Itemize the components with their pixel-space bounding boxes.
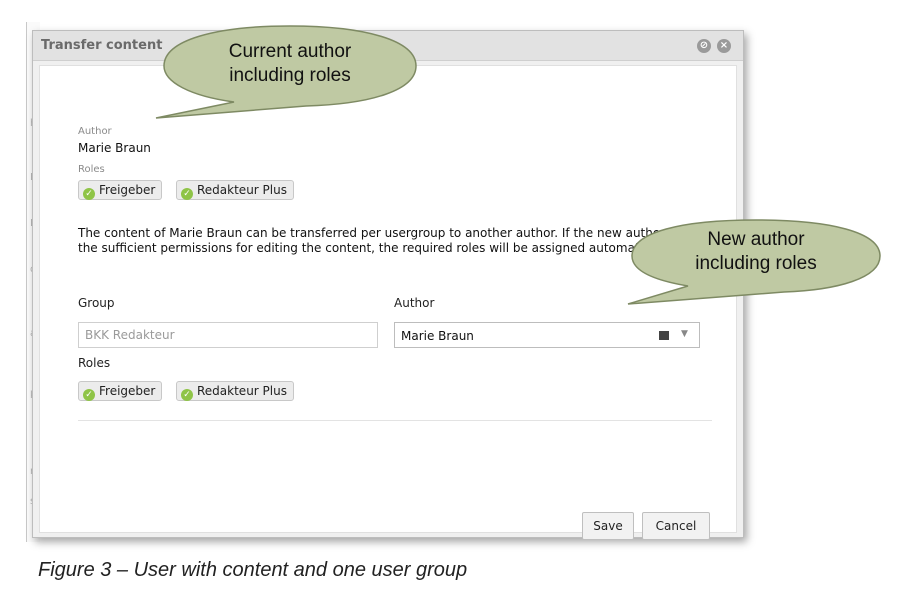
close-icon[interactable]: × (717, 39, 731, 53)
current-author-value: Marie Braun (78, 141, 151, 155)
transfer-description: The content of Marie Braun can be transf… (78, 226, 700, 255)
check-circle-icon: ✓ (181, 389, 193, 401)
role-chip-redakteur-plus: ✓ Redakteur Plus (176, 381, 294, 401)
minimize-icon[interactable]: ⊘ (697, 39, 711, 53)
check-circle-icon: ✓ (83, 188, 95, 200)
author-select[interactable]: Marie Braun ▼ (394, 322, 700, 348)
chevron-down-icon[interactable]: ▼ (681, 329, 688, 339)
role-chip-freigeber: ✓ Freigeber (78, 381, 163, 401)
callout-line: Current author (228, 41, 352, 62)
check-circle-icon: ✓ (181, 188, 193, 200)
check-circle-icon: ✓ (83, 389, 95, 401)
author-select-value: Marie Braun (401, 329, 474, 343)
current-role-chip-freigeber: ✓ Freigeber (78, 180, 163, 200)
role-chip-label: Redakteur Plus (197, 384, 287, 398)
roles-label: Roles (78, 356, 111, 370)
group-input[interactable] (78, 322, 378, 348)
calendar-icon[interactable] (659, 331, 669, 340)
role-chip-label: Freigeber (99, 183, 156, 197)
callout-line: New author (707, 229, 805, 250)
current-role-chip-redakteur-plus: ✓ Redakteur Plus (176, 180, 294, 200)
role-chip-label: Redakteur Plus (197, 183, 287, 197)
callout-current-text: Current author including roles (190, 40, 390, 88)
callout-line: including roles (695, 253, 817, 274)
current-author-label: Author (78, 126, 112, 137)
cancel-button[interactable]: Cancel (642, 512, 710, 540)
group-label: Group (78, 296, 115, 310)
role-chip-label: Freigeber (99, 384, 156, 398)
current-roles-label: Roles (78, 164, 105, 175)
divider (78, 420, 712, 421)
figure-caption: Figure 3 – User with content and one use… (38, 559, 468, 581)
author-label: Author (394, 296, 435, 310)
dialog-title: Transfer content (41, 38, 163, 53)
save-button[interactable]: Save (582, 512, 634, 540)
callout-new-text: New author including roles (656, 228, 856, 276)
callout-line: including roles (229, 65, 351, 86)
